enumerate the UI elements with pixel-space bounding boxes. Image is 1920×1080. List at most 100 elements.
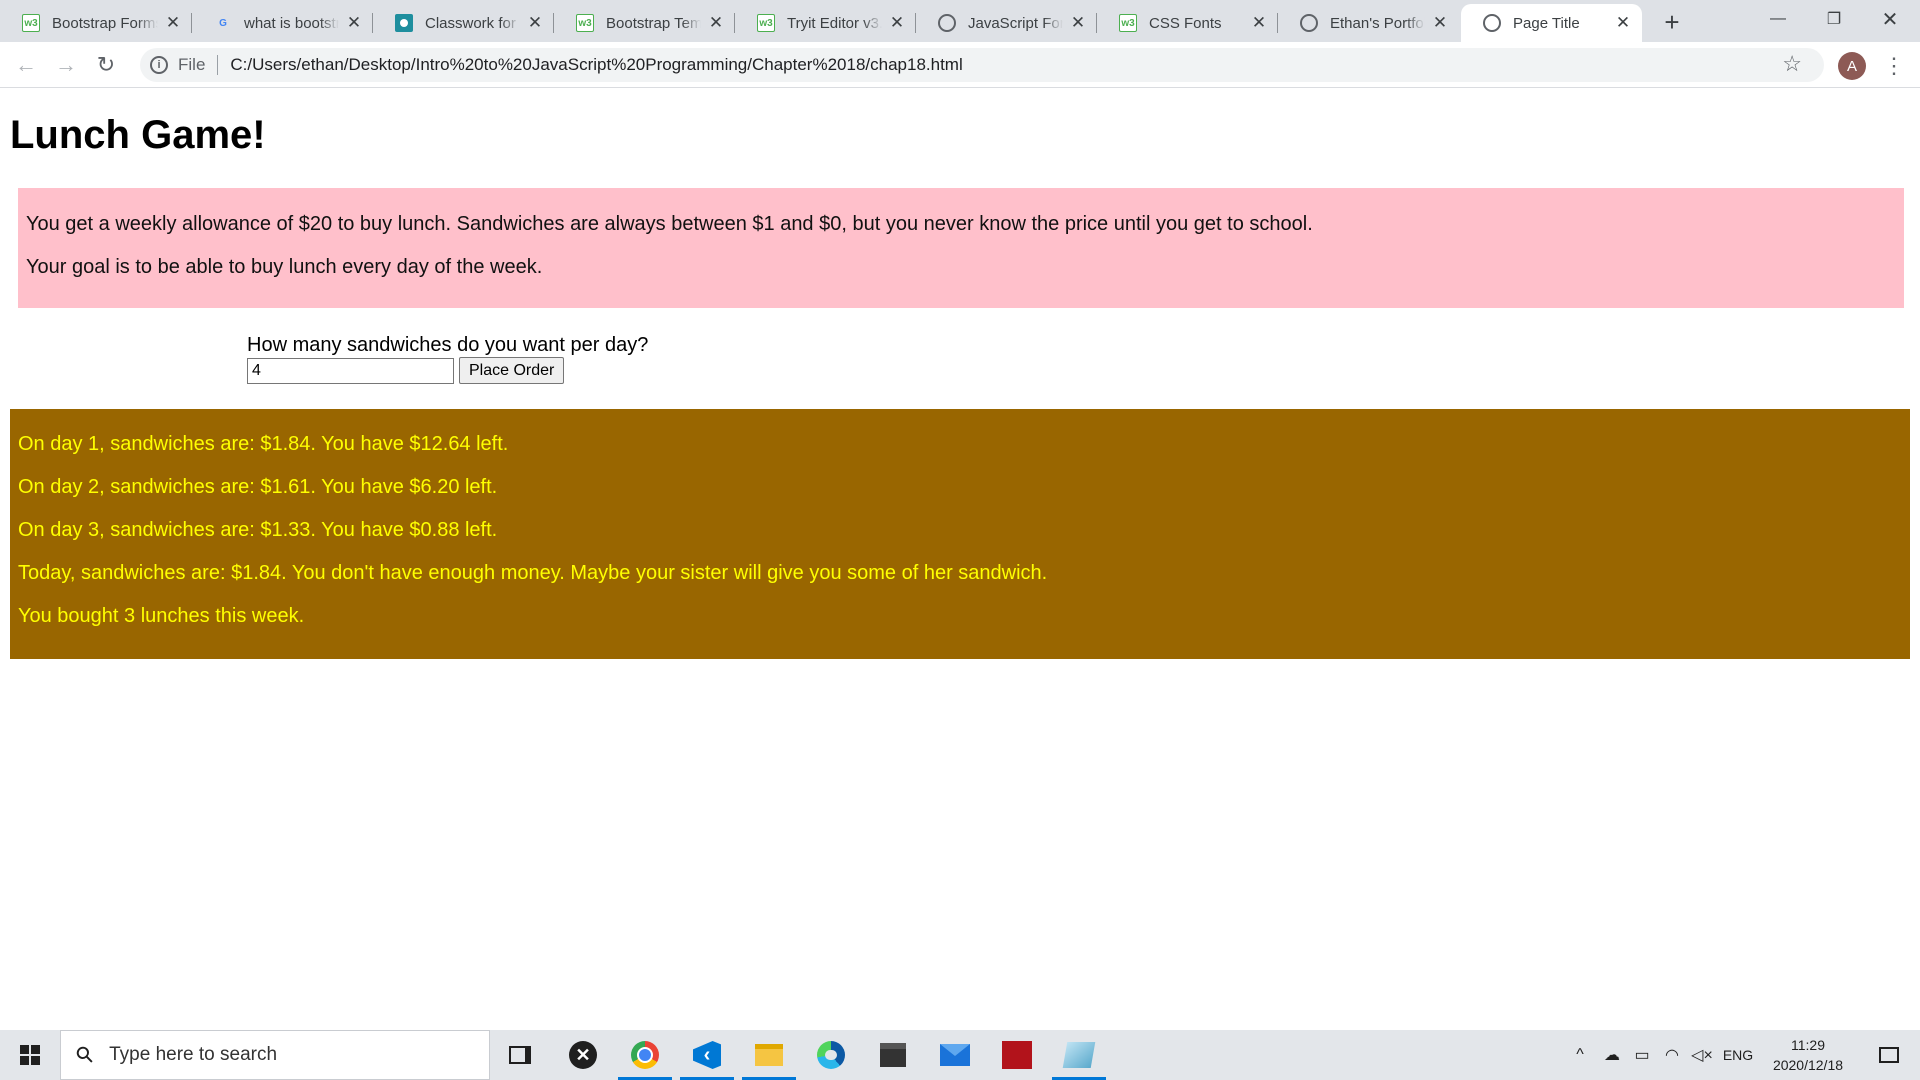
new-tab-button[interactable]: + [1656, 6, 1688, 38]
notification-icon [1879, 1047, 1899, 1063]
w3schools-icon: w3 [22, 14, 40, 32]
taskbar: ⚲ Type here to search ✕ ‹ ^ ☁ ▭ ◠ ◁× ENG… [0, 1030, 1920, 1080]
tab-javascript-for[interactable]: JavaScript For Loop ✕ [916, 4, 1097, 42]
reload-button[interactable]: ↻ [90, 49, 122, 81]
vscode-icon: ‹ [693, 1041, 721, 1069]
tab-title: Bootstrap Forms [52, 14, 158, 32]
result-line: Today, sandwiches are: $1.84. You don't … [18, 562, 1048, 584]
close-icon[interactable]: ✕ [345, 13, 363, 32]
close-icon[interactable]: ✕ [1069, 13, 1087, 32]
xbox-button[interactable]: ✕ [553, 1030, 613, 1080]
chrome-button[interactable] [615, 1030, 675, 1080]
tab-what-is-bootstrap[interactable]: G what is bootstrap ✕ [192, 4, 373, 42]
close-icon[interactable]: ✕ [888, 13, 906, 32]
place-order-button[interactable]: Place Order [459, 357, 565, 384]
sandwich-count-input[interactable] [247, 357, 454, 384]
chrome-icon [631, 1041, 659, 1069]
scheme-label: File [178, 55, 206, 74]
volume-icon[interactable]: ◁× [1688, 1030, 1716, 1080]
close-icon[interactable]: ✕ [164, 13, 182, 32]
close-icon[interactable]: ✕ [707, 13, 725, 32]
edge-button[interactable] [801, 1030, 861, 1080]
close-icon[interactable]: ✕ [1431, 13, 1449, 32]
tab-title: what is bootstrap [244, 14, 339, 32]
order-form: How many sandwiches do you want per day?… [247, 333, 648, 384]
w3schools-icon: w3 [576, 14, 594, 32]
order-question: How many sandwiches do you want per day? [247, 334, 649, 356]
summary-line: You bought 3 lunches this week. [18, 605, 305, 627]
chevron-up-icon[interactable]: ^ [1568, 1030, 1592, 1080]
page-title: Lunch Game! [10, 113, 266, 157]
app-icon [1002, 1041, 1032, 1069]
store-button[interactable] [863, 1030, 923, 1080]
notification-button[interactable] [1864, 1030, 1914, 1080]
language-indicator[interactable]: ENG [1718, 1030, 1758, 1080]
bookmark-star-icon[interactable]: ☆ [1782, 51, 1802, 77]
intro-text: You get a weekly allowance of $20 to buy… [26, 213, 1313, 235]
restore-button[interactable]: ❐ [1806, 0, 1862, 38]
clock-date: 2020/12/18 [1772, 1057, 1844, 1073]
w3schools-icon: w3 [1119, 14, 1137, 32]
profile-avatar[interactable]: A [1838, 52, 1866, 80]
search-placeholder: Type here to search [109, 1044, 278, 1065]
w3schools-icon: w3 [757, 14, 775, 32]
result-line: On day 2, sandwiches are: $1.61. You hav… [18, 476, 498, 498]
close-icon[interactable]: ✕ [1614, 13, 1632, 32]
tab-title: Ethan's Portfolio [1330, 14, 1425, 32]
tab-portfolio[interactable]: Ethan's Portfolio ✕ [1278, 4, 1459, 42]
edge-icon [817, 1041, 845, 1069]
tab-title: Bootstrap Templates [606, 14, 701, 32]
notepad-icon [1062, 1042, 1096, 1068]
close-icon[interactable]: ✕ [1250, 13, 1268, 32]
tab-page-title[interactable]: Page Title ✕ [1461, 4, 1642, 42]
app-button[interactable] [987, 1030, 1047, 1080]
tab-bootstrap-templates[interactable]: w3 Bootstrap Templates ✕ [554, 4, 735, 42]
search-icon: ⚲ [70, 1040, 100, 1070]
store-icon [880, 1043, 906, 1067]
onedrive-icon[interactable]: ☁ [1598, 1030, 1626, 1080]
mail-button[interactable] [925, 1030, 985, 1080]
tab-title: JavaScript For Loop [968, 14, 1063, 32]
vscode-button[interactable]: ‹ [677, 1030, 737, 1080]
file-explorer-button[interactable] [739, 1030, 799, 1080]
notepad-button[interactable] [1049, 1030, 1109, 1080]
globe-icon [1300, 14, 1318, 32]
close-window-button[interactable]: ✕ [1862, 0, 1918, 38]
minimize-button[interactable]: — [1750, 0, 1806, 38]
forward-button[interactable]: → [50, 49, 82, 81]
back-button[interactable]: ← [10, 49, 42, 81]
url-text[interactable]: C:/Users/ethan/Desktop/Intro%20to%20Java… [230, 55, 962, 75]
tab-css-fonts[interactable]: w3 CSS Fonts ✕ [1097, 4, 1278, 42]
tab-title: Tryit Editor v3.6 [787, 14, 882, 32]
folder-icon [755, 1044, 783, 1066]
task-view-icon [509, 1046, 531, 1064]
globe-icon [1483, 14, 1501, 32]
menu-icon[interactable]: ⋮ [1883, 51, 1905, 81]
taskbar-search[interactable]: ⚲ Type here to search [60, 1030, 490, 1080]
tab-tryit-editor[interactable]: w3 Tryit Editor v3.6 ✕ [735, 4, 916, 42]
xbox-icon: ✕ [569, 1041, 597, 1069]
globe-icon [938, 14, 956, 32]
close-icon[interactable]: ✕ [526, 13, 544, 32]
battery-icon[interactable]: ▭ [1628, 1030, 1656, 1080]
clock[interactable]: 11:29 2020/12/18 [1762, 1035, 1854, 1075]
start-button[interactable] [0, 1030, 60, 1080]
tab-classwork[interactable]: Classwork for Intro ✕ [373, 4, 554, 42]
tab-bootstrap-forms[interactable]: w3 Bootstrap Forms ✕ [0, 4, 192, 42]
classroom-icon [395, 14, 413, 32]
google-icon: G [219, 17, 227, 29]
clock-time: 11:29 [1791, 1037, 1825, 1053]
tab-strip: w3 Bootstrap Forms ✕ G what is bootstrap… [0, 0, 1920, 42]
intro-box: You get a weekly allowance of $20 to buy… [18, 188, 1904, 308]
result-line: On day 1, sandwiches are: $1.84. You hav… [18, 433, 509, 455]
address-bar[interactable]: i File C:/Users/ethan/Desktop/Intro%20to… [140, 48, 1824, 82]
windows-icon [20, 1045, 40, 1065]
wifi-icon[interactable]: ◠ [1658, 1030, 1686, 1080]
info-icon[interactable]: i [150, 56, 168, 74]
divider [217, 55, 219, 75]
page-content: Lunch Game! You get a weekly allowance o… [0, 89, 1920, 1030]
tab-title: Classwork for Intro [425, 14, 520, 32]
results-box: On day 1, sandwiches are: $1.84. You hav… [10, 409, 1910, 659]
goal-text: Your goal is to be able to buy lunch eve… [26, 256, 543, 278]
task-view-button[interactable] [490, 1030, 550, 1080]
